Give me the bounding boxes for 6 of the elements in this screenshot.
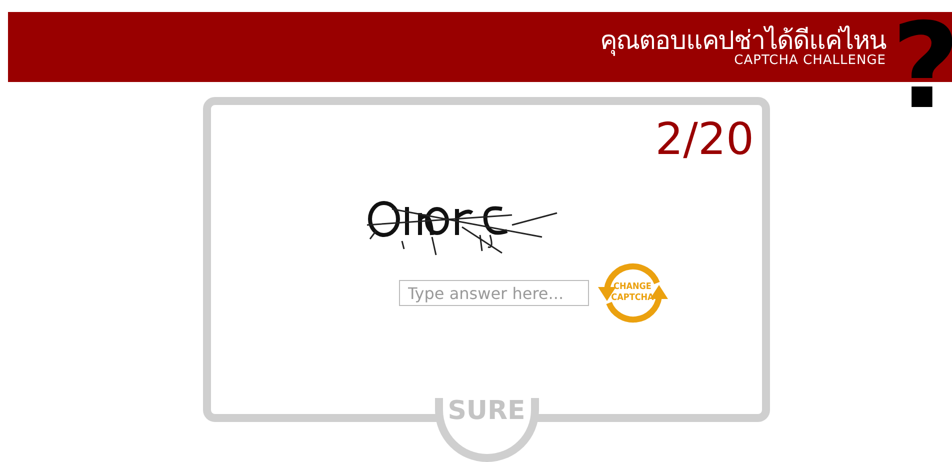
sure-button[interactable]: SURE xyxy=(434,398,538,462)
page-subtitle: CAPTCHA CHALLENGE xyxy=(734,54,886,68)
change-captcha-button[interactable]: CHANGE CAPTCHA xyxy=(594,259,670,327)
page-title: คุณตอบแคปช่าได้ดีแค่ไหน xyxy=(600,26,886,56)
question-counter: 2/20 xyxy=(655,115,754,165)
answer-input[interactable]: Type answer here... xyxy=(398,280,588,306)
